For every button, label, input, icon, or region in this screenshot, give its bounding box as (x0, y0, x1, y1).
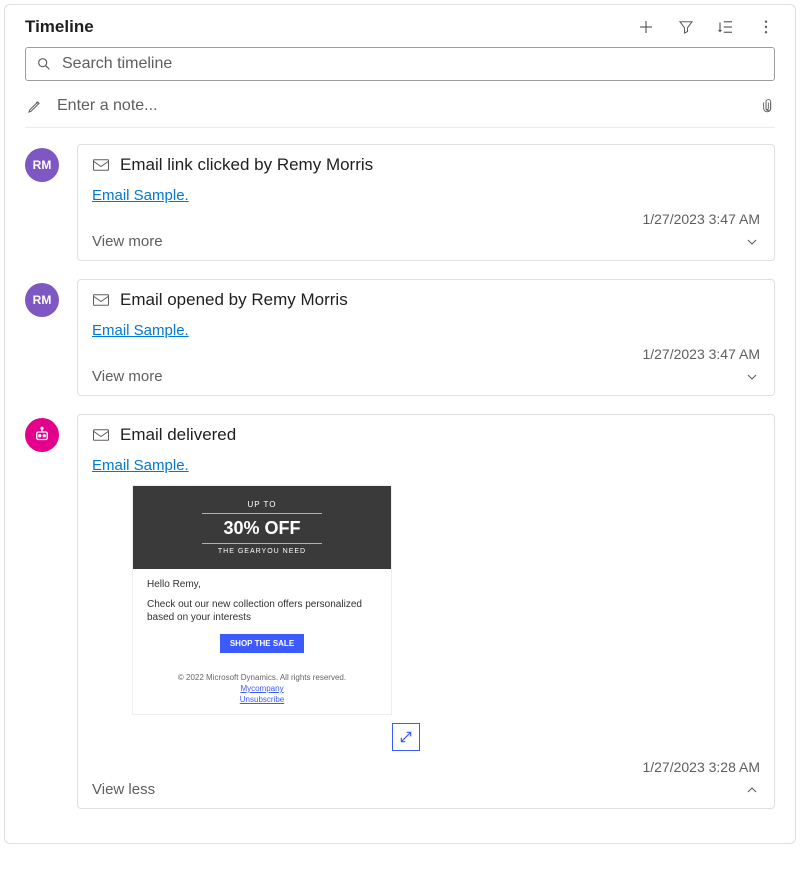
attachment-icon[interactable] (759, 97, 773, 115)
pencil-icon[interactable] (27, 98, 43, 114)
mail-icon (92, 428, 110, 442)
timestamp: 1/27/2023 3:47 AM (92, 346, 760, 362)
preview-discount: 30% OFF (202, 513, 322, 544)
page-title: Timeline (25, 17, 94, 37)
email-sample-link[interactable]: Email Sample. (92, 322, 189, 339)
timestamp: 1/27/2023 3:28 AM (92, 759, 760, 775)
note-input[interactable]: Enter a note... (57, 97, 745, 115)
card-title: Email delivered (120, 425, 236, 445)
unsubscribe-link[interactable]: Unsubscribe (137, 695, 387, 704)
timeline-entry: Email delivered Email Sample. UP TO 30% … (25, 414, 775, 809)
expand-label: View more (92, 368, 163, 385)
timeline-entry: RM Email opened by Remy Morris Email Sam… (25, 279, 775, 396)
timestamp: 1/27/2023 3:47 AM (92, 211, 760, 227)
search-input[interactable] (60, 54, 764, 74)
filter-icon[interactable] (677, 18, 695, 36)
preview-message: Check out our new collection offers pers… (147, 598, 377, 624)
bot-avatar (25, 418, 59, 452)
view-more-toggle[interactable]: View more (92, 368, 760, 385)
shop-sale-button[interactable]: SHOP THE SALE (220, 634, 304, 653)
chevron-down-icon (744, 234, 760, 250)
avatar: RM (25, 283, 59, 317)
preview-greeting: Hello Remy, (147, 579, 377, 590)
preview-subhead: THE GEARYOU NEED (141, 548, 383, 555)
card-title: Email opened by Remy Morris (120, 290, 348, 310)
expand-label: View less (92, 781, 155, 798)
search-box[interactable] (25, 47, 775, 81)
sort-icon[interactable] (717, 18, 735, 36)
timeline-card[interactable]: Email link clicked by Remy Morris Email … (77, 144, 775, 261)
chevron-up-icon (744, 782, 760, 798)
timeline-card[interactable]: Email opened by Remy Morris Email Sample… (77, 279, 775, 396)
preview-upto: UP TO (141, 500, 383, 509)
company-link[interactable]: Mycompany (137, 684, 387, 693)
preview-copyright: © 2022 Microsoft Dynamics. All rights re… (178, 673, 346, 682)
search-icon (36, 56, 52, 72)
add-icon[interactable] (637, 18, 655, 36)
chevron-down-icon (744, 369, 760, 385)
timeline-entry: RM Email link clicked by Remy Morris Ema… (25, 144, 775, 261)
view-less-toggle[interactable]: View less (92, 781, 760, 798)
card-title: Email link clicked by Remy Morris (120, 155, 373, 175)
timeline-card[interactable]: Email delivered Email Sample. UP TO 30% … (77, 414, 775, 809)
more-icon[interactable] (757, 18, 775, 36)
mail-icon (92, 293, 110, 307)
expand-label: View more (92, 233, 163, 250)
mail-icon (92, 158, 110, 172)
avatar: RM (25, 148, 59, 182)
email-sample-link[interactable]: Email Sample. (92, 187, 189, 204)
expand-preview-button[interactable] (392, 723, 420, 751)
email-sample-link[interactable]: Email Sample. (92, 457, 189, 474)
email-preview: UP TO 30% OFF THE GEARYOU NEED Hello Rem… (132, 485, 392, 715)
view-more-toggle[interactable]: View more (92, 233, 760, 250)
